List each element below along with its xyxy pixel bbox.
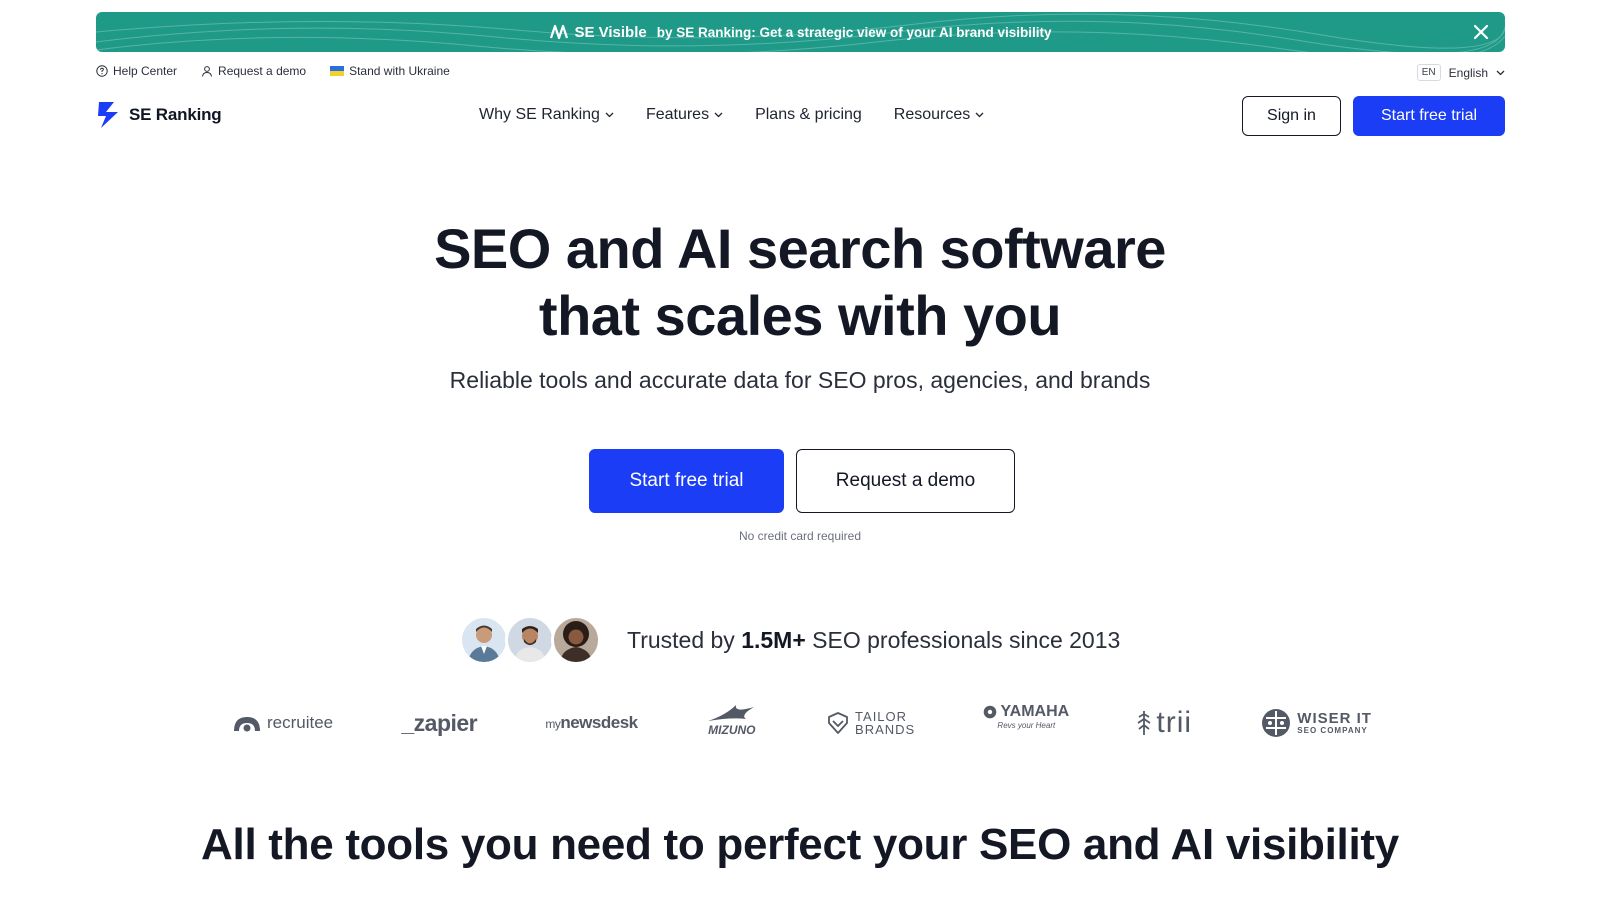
stand-with-ukraine-label: Stand with Ukraine — [349, 64, 450, 78]
hero-request-demo-button[interactable]: Request a demo — [796, 449, 1015, 513]
trii-logo-text: trii — [1156, 706, 1193, 739]
wiser-it-text: WISER IT SEO COMPANY — [1297, 709, 1372, 735]
nav-start-trial-button[interactable]: Start free trial — [1353, 96, 1505, 136]
trii-tree-icon — [1137, 711, 1151, 735]
wiser-it-logo: WISER IT SEO COMPANY — [1260, 703, 1372, 743]
tailor-brands-logo: TAILOR BRANDS — [826, 703, 915, 743]
tailor-brands-text: TAILOR BRANDS — [855, 710, 915, 736]
help-center-label: Help Center — [113, 64, 178, 78]
language-code: EN — [1416, 64, 1441, 81]
client-logos: recruitee _zapier mynewsdesk MIZUNO TAIL… — [232, 703, 1372, 743]
promo-text[interactable]: by SE Ranking: Get a strategic view of y… — [657, 25, 1052, 40]
chevron-down-icon — [1496, 70, 1505, 75]
mizuno-logo-text: MIZUNO — [708, 723, 756, 737]
avatar — [459, 615, 509, 665]
zapier-logo-text: _zapier — [401, 709, 478, 736]
hero-start-trial-button[interactable]: Start free trial — [589, 449, 784, 513]
mynewsdesk-logo: mynewsdesk — [545, 703, 638, 743]
trust-highlight: 1.5M+ — [741, 626, 806, 653]
hero-cta-row: Start free trial Request a demo — [589, 449, 1015, 513]
yamaha-logo-main: YAMAHA — [983, 703, 1069, 721]
user-icon — [202, 66, 213, 77]
help-circle-icon — [96, 65, 108, 77]
menu-item-features[interactable]: Features — [646, 106, 723, 124]
menu-item-label: Plans & pricing — [755, 106, 862, 123]
request-demo-link[interactable]: Request a demo — [201, 64, 306, 78]
wiser-sub: SEO COMPANY — [1297, 725, 1368, 735]
promo-brand: SE Visible — [549, 23, 647, 41]
primary-menu: Why SE Ranking Features Plans & pricing … — [479, 106, 984, 124]
chevron-down-icon — [714, 112, 723, 118]
person-photo-icon — [468, 625, 500, 662]
no-credit-card-note: No credit card required — [738, 529, 862, 543]
wiser-main: WISER IT — [1297, 709, 1372, 727]
mizuno-logo: MIZUNO — [706, 703, 758, 743]
recruitee-mark-icon — [234, 717, 260, 732]
yamaha-logo-text: YAMAHA — [1000, 703, 1070, 720]
language-selector[interactable]: EN English — [1416, 64, 1505, 81]
utility-bar: Help Center Request a demo Stand with Uk… — [96, 64, 1505, 86]
trust-text: Trusted by 1.5M+ SEO professionals since… — [627, 627, 1120, 654]
mynewsdesk-prefix: my — [545, 717, 561, 731]
help-center-link[interactable]: Help Center — [96, 64, 177, 78]
person-photo-icon — [560, 621, 592, 662]
avatar-group — [459, 615, 601, 665]
menu-item-label: Why SE Ranking — [479, 106, 600, 123]
avatar — [551, 615, 601, 665]
recruitee-logo-text: recruitee — [267, 713, 334, 732]
promo-banner[interactable]: SE Visible by SE Ranking: Get a strategi… — [96, 12, 1505, 52]
tailor-brands-mark-icon — [828, 712, 848, 734]
stand-with-ukraine-link[interactable]: Stand with Ukraine — [330, 64, 450, 78]
menu-item-why-se-ranking[interactable]: Why SE Ranking — [479, 106, 614, 124]
chevron-down-icon — [605, 112, 614, 118]
tailor-line-2: BRANDS — [855, 722, 916, 737]
hero-subtitle: Reliable tools and accurate data for SEO… — [449, 367, 1151, 393]
logo-text: SE Ranking — [129, 105, 222, 124]
hero-title-line-2: that scales with you — [538, 284, 1062, 347]
chevron-down-icon — [975, 112, 984, 118]
mizuno-runbird-icon — [707, 705, 754, 721]
menu-item-resources[interactable]: Resources — [894, 106, 984, 124]
se-ranking-logo[interactable]: SE Ranking — [96, 100, 222, 130]
recruitee-logo: recruitee — [232, 703, 333, 743]
yamaha-logo: YAMAHA Revs your Heart — [983, 703, 1069, 743]
request-demo-label: Request a demo — [218, 64, 307, 78]
trust-row: Trusted by 1.5M+ SEO professionals since… — [459, 615, 1120, 665]
zapier-logo: _zapier — [401, 703, 477, 743]
close-icon[interactable] — [1471, 22, 1491, 42]
yamaha-tagline: Revs your Heart — [997, 721, 1056, 730]
avatar — [505, 615, 555, 665]
main-navigation: SE Ranking Why SE Ranking Features Plans… — [96, 96, 1505, 136]
promo-brand-label: SE Visible — [574, 23, 647, 41]
menu-item-plans-pricing[interactable]: Plans & pricing — [755, 106, 862, 124]
se-visible-logo-icon — [550, 24, 569, 40]
nav-actions: Sign in Start free trial — [1242, 96, 1505, 136]
sign-in-button[interactable]: Sign in — [1242, 96, 1341, 136]
trii-logo: trii — [1137, 703, 1192, 743]
menu-item-label: Features — [645, 106, 710, 123]
se-ranking-logo-icon — [98, 102, 118, 128]
language-label: English — [1448, 65, 1488, 80]
mynewsdesk-main: newsdesk — [560, 713, 638, 732]
wiser-brain-icon — [1262, 709, 1291, 737]
tools-section-title: All the tools you need to perfect your S… — [201, 820, 1399, 869]
trust-prefix: Trusted by — [627, 626, 735, 653]
trust-suffix: SEO professionals since 2013 — [812, 626, 1121, 653]
menu-item-label: Resources — [893, 106, 971, 123]
mynewsdesk-logo-text: mynewsdesk — [545, 713, 638, 733]
utility-links: Help Center Request a demo Stand with Uk… — [96, 64, 450, 78]
hero-title: SEO and AI search software that scales w… — [0, 215, 1600, 349]
person-photo-icon — [514, 626, 546, 662]
ukraine-flag-icon — [330, 66, 345, 76]
hero-title-line-1: SEO and AI search software — [434, 217, 1166, 280]
yamaha-tuning-forks-icon — [984, 705, 997, 719]
